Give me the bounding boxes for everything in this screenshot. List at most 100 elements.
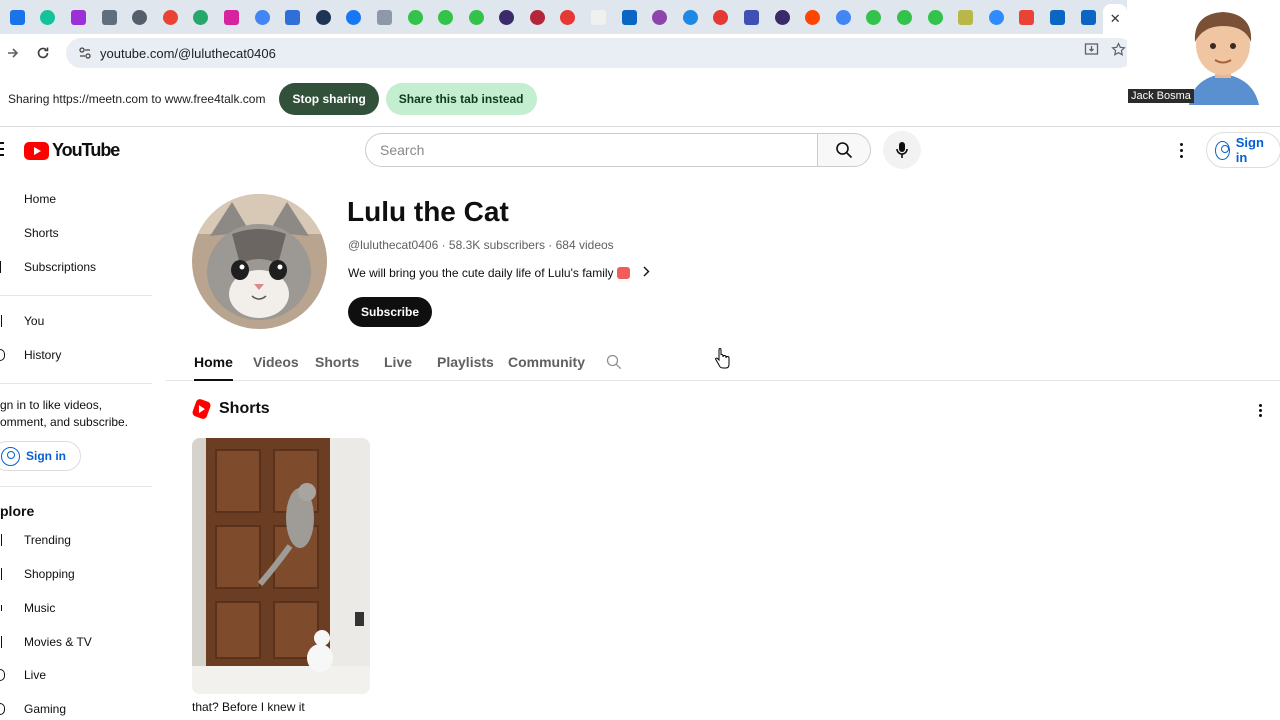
sidebar-item-you[interactable]: You — [0, 304, 152, 338]
browser-tab[interactable] — [583, 0, 614, 34]
browser-tab[interactable] — [706, 0, 737, 34]
account-icon — [1215, 140, 1230, 160]
browser-tab[interactable] — [614, 0, 645, 34]
trending-icon — [0, 534, 24, 546]
browser-tab[interactable] — [644, 0, 675, 34]
sign-in-button[interactable]: Sign in — [1206, 132, 1280, 168]
browser-tab[interactable] — [950, 0, 981, 34]
site-settings-icon[interactable] — [74, 42, 96, 64]
settings-menu-icon[interactable] — [1170, 139, 1192, 161]
sidebar-item-home[interactable]: Home — [0, 182, 152, 216]
stop-sharing-button[interactable]: Stop sharing — [279, 83, 379, 115]
browser-tab[interactable] — [339, 0, 370, 34]
sidebar-item-history[interactable]: History — [0, 338, 152, 372]
sidebar-item-label: Trending — [24, 533, 71, 547]
browser-tab[interactable] — [2, 0, 33, 34]
channel-avatar[interactable] — [192, 194, 327, 329]
browser-tab[interactable] — [461, 0, 492, 34]
browser-tab[interactable] — [94, 0, 125, 34]
search-box[interactable] — [365, 133, 818, 167]
linkedin-icon — [1080, 9, 1096, 25]
browser-tab[interactable] — [1073, 0, 1104, 34]
short-thumbnail[interactable] — [192, 438, 370, 694]
browser-tab[interactable] — [216, 0, 247, 34]
sidebar-item-label: Live — [24, 668, 47, 682]
browser-tab[interactable] — [308, 0, 339, 34]
browser-tab[interactable] — [124, 0, 155, 34]
bookmark-star-icon[interactable] — [1111, 42, 1126, 61]
active-tab-close-icon[interactable]: ✕ — [1103, 4, 1127, 34]
tab-videos[interactable]: Videos — [253, 343, 299, 380]
install-app-icon[interactable] — [1084, 42, 1099, 61]
google-icon — [162, 9, 178, 25]
browser-tab[interactable] — [889, 0, 920, 34]
sidebar-item-movies-tv[interactable]: Movies & TV — [0, 625, 152, 659]
browser-tab[interactable] — [1012, 0, 1043, 34]
browser-tab-strip: ✕ — [0, 0, 1127, 34]
chevron-right-icon[interactable] — [642, 265, 650, 280]
channel-search-icon[interactable] — [606, 343, 622, 380]
channel-meta: @luluthecat0406 · 58.3K subscribers · 68… — [348, 238, 614, 252]
play-icon — [468, 9, 484, 25]
browser-tab[interactable] — [981, 0, 1012, 34]
browser-tab[interactable] — [247, 0, 278, 34]
sidebar-item-music[interactable]: Music — [0, 591, 152, 625]
browser-tab[interactable] — [400, 0, 431, 34]
browser-tab[interactable] — [155, 0, 186, 34]
reload-icon[interactable] — [28, 38, 58, 68]
sidebar-item-live[interactable]: Live — [0, 658, 152, 692]
screen-sharing-bar: Sharing https://meetn.com to www.free4ta… — [0, 72, 1280, 127]
short-title[interactable]: that? Before I knew it — [192, 700, 305, 714]
browser-tab[interactable] — [492, 0, 523, 34]
sidebar-item-shorts[interactable]: Shorts — [0, 216, 152, 250]
browser-tab[interactable] — [736, 0, 767, 34]
google-icon — [254, 9, 270, 25]
tab-home[interactable]: Home — [194, 343, 233, 381]
address-bar[interactable]: youtube.com/@luluthecat0406 — [66, 38, 1134, 68]
sidebar-item-gaming[interactable]: Gaming — [0, 692, 152, 720]
browser-tab[interactable] — [522, 0, 553, 34]
linkedin-icon — [1049, 9, 1065, 25]
browser-tab[interactable] — [277, 0, 308, 34]
signin-prompt-line: omment, and subscribe. — [0, 415, 129, 429]
voice-search-button[interactable] — [883, 131, 921, 169]
browser-tab[interactable] — [430, 0, 461, 34]
mail-icon — [9, 9, 25, 25]
browser-tab[interactable] — [33, 0, 64, 34]
browser-tab[interactable] — [675, 0, 706, 34]
search-input[interactable] — [380, 142, 800, 158]
channel-description[interactable]: We will bring you the cute daily life of… — [348, 265, 650, 280]
tab-shorts[interactable]: Shorts — [315, 343, 359, 380]
sidebar-item-trending[interactable]: Trending — [0, 523, 152, 557]
browser-tab[interactable] — [186, 0, 217, 34]
subscribe-button[interactable]: Subscribe — [348, 297, 433, 327]
browser-tab[interactable] — [63, 0, 94, 34]
sidebar: Home Shorts Subscriptions You History gn… — [0, 182, 160, 720]
search-button[interactable] — [817, 133, 871, 167]
tab-live[interactable]: Live — [384, 343, 412, 380]
browser-tab[interactable] — [797, 0, 828, 34]
browser-tab[interactable] — [553, 0, 584, 34]
shelf-menu-icon[interactable] — [1250, 400, 1270, 420]
share-this-tab-button[interactable]: Share this tab instead — [385, 83, 537, 115]
forward-icon[interactable] — [0, 38, 28, 68]
browser-tab[interactable] — [369, 0, 400, 34]
browser-tab[interactable] — [1042, 0, 1073, 34]
youtube-logo[interactable]: YouTube — [24, 140, 120, 161]
music-icon — [0, 605, 24, 611]
browser-tab[interactable] — [859, 0, 890, 34]
browser-tab[interactable] — [828, 0, 859, 34]
sidebar-item-shopping[interactable]: Shopping — [0, 557, 152, 591]
blank-icon — [591, 9, 607, 25]
tab-community[interactable]: Community — [508, 343, 585, 380]
tab-playlists[interactable]: Playlists — [437, 343, 494, 380]
url-text[interactable]: youtube.com/@luluthecat0406 — [100, 46, 276, 61]
guide-menu-icon[interactable] — [0, 142, 4, 156]
participant-name: Jack Bosma — [1128, 89, 1194, 103]
tab-icon — [376, 9, 392, 25]
sidebar-sign-in-button[interactable]: Sign in — [0, 441, 81, 471]
sidebar-item-subscriptions[interactable]: Subscriptions — [0, 250, 152, 284]
browser-tab[interactable] — [767, 0, 798, 34]
browser-tab[interactable] — [920, 0, 951, 34]
youtube-play-icon — [24, 141, 49, 160]
